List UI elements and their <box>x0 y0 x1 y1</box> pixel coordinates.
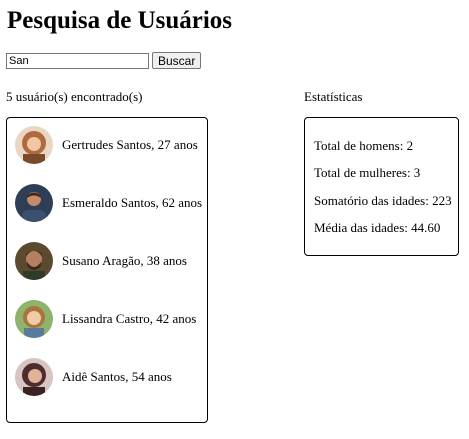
list-item: Susano Aragão, 38 anos <box>15 242 187 280</box>
stat-age-average: Média das idades: 44.60 <box>314 220 441 235</box>
list-item: Gertrudes Santos, 27 anos <box>15 126 198 164</box>
avatar <box>15 184 53 222</box>
stats-panel: Total de homens: 2 Total de mulheres: 3 … <box>304 117 459 256</box>
user-label: Susano Aragão, 38 anos <box>62 253 187 268</box>
avatar-photo-icon <box>15 126 53 164</box>
avatar-photo-icon <box>15 184 53 222</box>
stat-women-total: Total de mulheres: 3 <box>314 165 421 180</box>
search-form: Buscar <box>6 52 202 69</box>
page-title: Pesquisa de Usuários <box>7 7 233 34</box>
avatar <box>15 242 53 280</box>
list-item: Lissandra Castro, 42 anos <box>15 300 196 338</box>
user-label: Esmeraldo Santos, 62 anos <box>62 195 203 210</box>
stats-heading: Estatísticas <box>304 89 363 104</box>
stat-men-total: Total de homens: 2 <box>314 138 414 153</box>
avatar-photo-icon <box>15 242 53 280</box>
user-label: Gertrudes Santos, 27 anos <box>62 137 198 152</box>
avatar-photo-icon <box>15 300 53 338</box>
user-label: Lissandra Castro, 42 anos <box>62 311 197 326</box>
user-label: Aidê Santos, 54 anos <box>62 369 172 384</box>
avatar <box>15 126 53 164</box>
list-item: Esmeraldo Santos, 62 anos <box>15 184 202 222</box>
search-input[interactable] <box>6 52 149 69</box>
stat-age-sum: Somatório das idades: 223 <box>314 193 452 208</box>
avatar-photo-icon <box>15 358 53 396</box>
list-item: Aidê Santos, 54 anos <box>15 358 172 396</box>
avatar <box>15 358 53 396</box>
results-count: 5 usuário(s) encontrado(s) <box>6 89 143 104</box>
search-button[interactable]: Buscar <box>152 52 202 69</box>
avatar <box>15 300 53 338</box>
user-list: Gertrudes Santos, 27 anos Esmeraldo Sant… <box>6 117 208 423</box>
